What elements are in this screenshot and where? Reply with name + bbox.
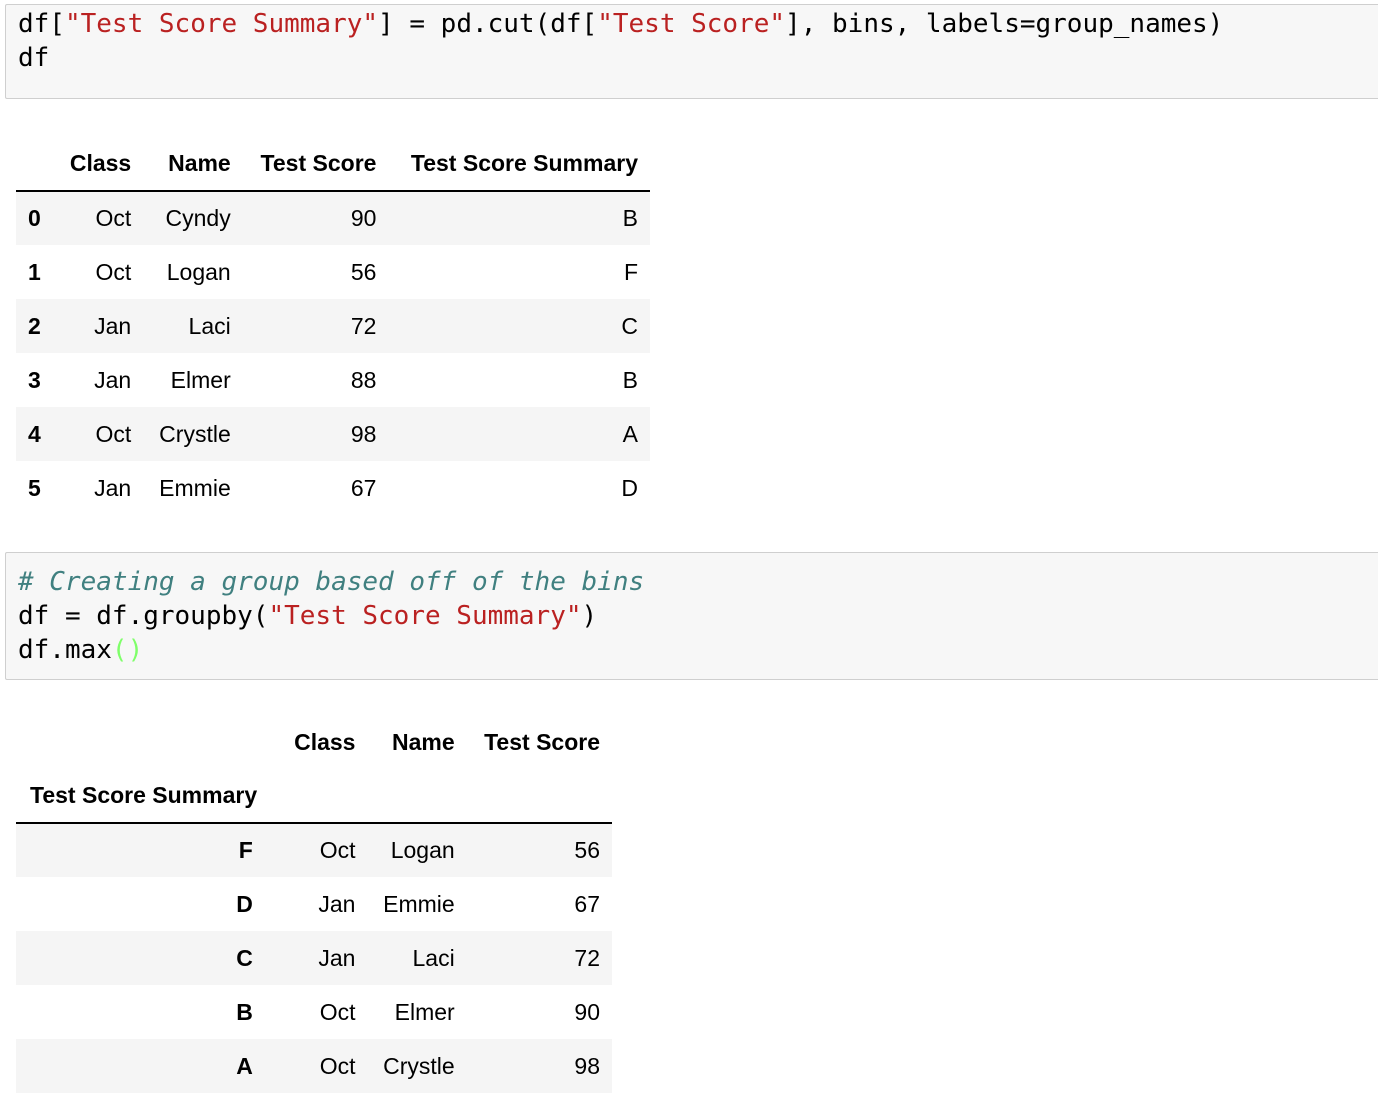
cell-name: Crystle [159, 420, 231, 447]
table-row: F Oct Logan 56 [16, 823, 612, 877]
cell-name: Elmer [170, 366, 231, 393]
column-header-test-score-summary: Test Score Summary [388, 137, 650, 192]
code-line-1: df["Test Score Summary"] = pd.cut(df["Te… [18, 7, 1378, 41]
row-index: 2 [28, 312, 41, 339]
string-literal: "Test Score Summary" [64, 9, 379, 39]
column-header-class: Class [294, 728, 356, 755]
blank-header [367, 769, 467, 824]
cell-class: Oct [95, 258, 132, 285]
code-line-3: df.max() [18, 633, 1378, 667]
cell-class: Jan [94, 312, 132, 339]
blank-header [466, 769, 612, 824]
cell-summary: B [622, 366, 638, 393]
cell-score: 67 [574, 890, 600, 917]
table-header-row: Class Name Test Score [16, 715, 612, 769]
cell-score: 98 [574, 1052, 600, 1079]
cell-name: Crystle [383, 1052, 455, 1079]
cell-score: 67 [350, 474, 377, 501]
cell-score: 88 [350, 366, 377, 393]
string-literal: "Test Score" [597, 9, 786, 39]
code-line-2: df = df.groupby("Test Score Summary") [18, 599, 1378, 633]
table-row: 2 Jan Laci 72 C [16, 299, 650, 353]
cell-summary: D [621, 474, 638, 501]
cell-score: 56 [574, 837, 600, 863]
cell-summary: F [623, 258, 638, 285]
dataframe-output-1: Class Name Test Score Test Score Summary… [16, 137, 650, 515]
cell-score: 98 [350, 420, 377, 447]
code-text: df[ [18, 9, 65, 39]
code-text: ], bins, labels=group_names) [785, 9, 1224, 39]
index-header [16, 137, 55, 192]
cell-score: 72 [574, 944, 600, 971]
string-literal: "Test Score Summary" [268, 601, 582, 631]
column-header-test-score: Test Score [242, 137, 389, 192]
matched-parens: () [111, 635, 144, 665]
cell-score: 90 [574, 998, 600, 1025]
row-index: C [236, 944, 253, 971]
cell-summary: C [621, 312, 638, 339]
row-index: A [236, 1052, 253, 1079]
row-index: B [236, 998, 253, 1025]
cell-class: Oct [95, 420, 132, 447]
cell-name: Emmie [159, 474, 231, 501]
cell-class: Jan [318, 890, 356, 917]
row-index: 5 [28, 474, 41, 501]
code-text: ) [581, 601, 598, 631]
index-name-row: Test Score Summary [16, 769, 612, 824]
row-index: 4 [28, 420, 41, 447]
table-row: C Jan Laci 72 [16, 931, 612, 985]
column-header-name: Name [392, 728, 455, 755]
cell-summary: A [622, 420, 638, 447]
row-index: F [238, 837, 253, 863]
cell-class: Oct [95, 205, 132, 231]
row-index: 1 [28, 258, 41, 285]
cell-name: Logan [390, 837, 455, 863]
code-text: df.max [18, 635, 112, 665]
table-row: B Oct Elmer 90 [16, 985, 612, 1039]
code-cell-2[interactable]: # Creating a group based off of the bins… [5, 552, 1378, 680]
index-name-header: Test Score Summary [16, 769, 279, 824]
table-row: 1 Oct Logan 56 F [16, 245, 650, 299]
code-text: df = df.groupby( [18, 601, 269, 631]
cell-score: 90 [350, 205, 377, 231]
column-header-test-score: Test Score [484, 728, 600, 755]
code-cell-1[interactable]: df["Test Score Summary"] = pd.cut(df["Te… [5, 4, 1378, 99]
cell-class: Jan [94, 474, 132, 501]
column-header-class: Class [54, 137, 144, 192]
cell-score: 56 [350, 258, 377, 285]
index-header-blank [16, 715, 279, 769]
dataframe-output-2: Class Name Test Score Test Score Summary… [16, 715, 612, 1093]
cell-summary: B [622, 205, 638, 231]
table-row: D Jan Emmie 67 [16, 877, 612, 931]
cell-class: Oct [319, 998, 356, 1025]
cell-name: Laci [412, 944, 455, 971]
table-row: A Oct Crystle 98 [16, 1039, 612, 1093]
row-index: 3 [28, 366, 41, 393]
code-line-2: df [18, 43, 50, 73]
table-row: 4 Oct Crystle 98 A [16, 407, 650, 461]
table-row: 5 Jan Emmie 67 D [16, 461, 650, 515]
cell-name: Cyndy [165, 205, 231, 231]
row-index: D [236, 890, 253, 917]
cell-name: Emmie [383, 890, 455, 917]
cell-class: Oct [319, 837, 356, 863]
column-header-name: Name [143, 137, 243, 192]
code-comment: # Creating a group based off of the bins [18, 567, 645, 597]
table-row: 3 Jan Elmer 88 B [16, 353, 650, 407]
row-index: 0 [28, 205, 41, 231]
cell-name: Elmer [394, 998, 455, 1025]
blank-header [278, 769, 368, 824]
code-text: ] = pd.cut(df[ [378, 9, 598, 39]
cell-name: Laci [188, 312, 231, 339]
cell-class: Jan [318, 944, 356, 971]
cell-class: Oct [319, 1052, 356, 1079]
cell-name: Logan [166, 258, 231, 285]
cell-class: Jan [94, 366, 132, 393]
table-row: 0 Oct Cyndy 90 B [16, 191, 650, 245]
cell-score: 72 [350, 312, 377, 339]
table-header-row: Class Name Test Score Test Score Summary [16, 137, 650, 192]
